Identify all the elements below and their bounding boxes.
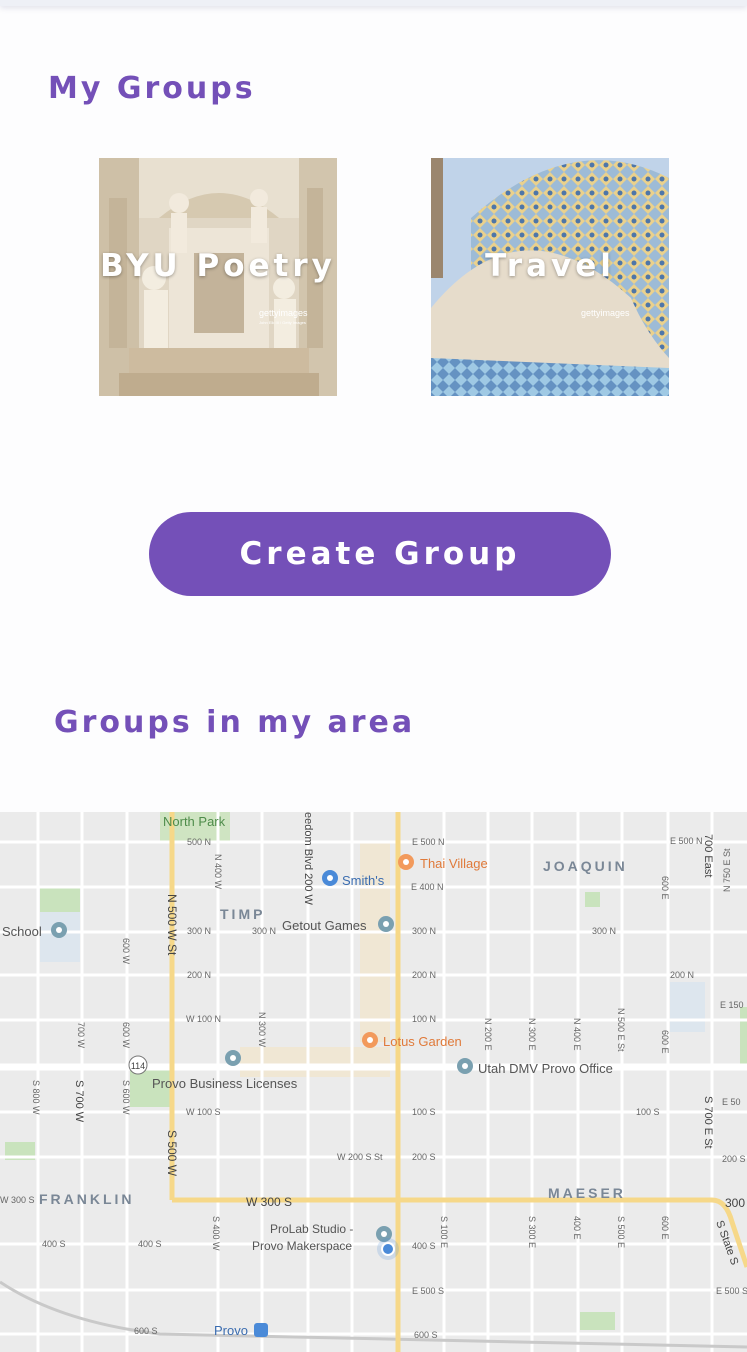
street-e50: E 50 xyxy=(722,1097,741,1107)
street-200n-b: 200 N xyxy=(412,970,436,980)
map-label-smiths: Smith's xyxy=(342,873,385,888)
map-label-prolab-2: Provo Makerspace xyxy=(252,1239,352,1253)
street-n400w: N 400 W xyxy=(213,854,223,890)
street-100s-b: 100 S xyxy=(636,1107,660,1117)
street-s600w: S 600 W xyxy=(121,1080,131,1115)
group-tile-byu-poetry[interactable]: gettyimages John Elk III / Getty Images … xyxy=(99,158,337,396)
group-label-travel: Travel xyxy=(485,248,615,284)
street-s800w: S 800 W xyxy=(31,1080,41,1115)
transit-icon xyxy=(254,1323,268,1337)
school-pin-icon xyxy=(51,922,67,938)
utah-dmv-pin-icon xyxy=(457,1058,473,1074)
street-e500n-b: E 500 N xyxy=(670,836,703,846)
street-s100e: S 100 E xyxy=(439,1216,449,1248)
street-w100n: W 100 N xyxy=(186,1014,221,1024)
street-600w-b: 600 W xyxy=(121,1022,131,1049)
street-e500s-b: E 500 S xyxy=(716,1286,747,1296)
street-600w: 600 W xyxy=(121,938,131,965)
street-400s-b: 400 S xyxy=(138,1239,162,1249)
street-n600e: 600 E xyxy=(660,1030,670,1054)
route-114-label: 114 xyxy=(131,1061,145,1071)
area-map[interactable]: 114 North Park Thai Village Smith's JOAQ… xyxy=(0,812,747,1352)
map-label-lotus-garden: Lotus Garden xyxy=(383,1034,462,1049)
map-label-maeser: MAESER xyxy=(548,1185,626,1201)
street-s700w: S 700 W xyxy=(73,1080,85,1123)
street-600s-a: 600 S xyxy=(134,1326,158,1336)
street-e500s-a: E 500 S xyxy=(412,1286,444,1296)
map-label-utah-dmv: Utah DMV Provo Office xyxy=(478,1061,613,1076)
street-100n: 100 N xyxy=(412,1014,436,1024)
current-location-icon xyxy=(377,1238,399,1260)
map-label-thai-village: Thai Village xyxy=(420,856,488,871)
provo-business-pin-icon xyxy=(225,1050,241,1066)
map-label-prolab-1: ProLab Studio - xyxy=(270,1222,353,1236)
street-n200e: N 200 E xyxy=(483,1018,493,1051)
street-e400n: E 400 N xyxy=(411,882,444,892)
street-700-east: 700 East xyxy=(702,834,714,877)
map-label-franklin: FRANKLIN xyxy=(39,1191,135,1207)
street-n300w: N 300 W xyxy=(257,1012,267,1048)
street-e500n-a: E 500 N xyxy=(412,837,445,847)
street-s300e: S 300 E xyxy=(527,1216,537,1248)
street-300n-b: 300 N xyxy=(252,926,276,936)
map-label-getout-games: Getout Games xyxy=(282,918,367,933)
travel-watermark: gettyimages xyxy=(581,308,630,318)
street-700w: 700 W xyxy=(76,1022,86,1049)
street-300n-c: 300 N xyxy=(412,926,436,936)
street-s500e: S 500 E xyxy=(616,1216,626,1248)
group-label-byu-poetry: BYU Poetry xyxy=(100,248,336,284)
street-300n-a: 300 N xyxy=(187,926,211,936)
street-300-right: 300 xyxy=(725,1196,745,1210)
street-s500w: S 500 W xyxy=(165,1130,179,1177)
thai-village-pin-icon xyxy=(398,854,414,870)
street-400s-a: 400 S xyxy=(42,1239,66,1249)
smiths-pin-icon xyxy=(322,870,338,886)
map-canvas[interactable]: 114 North Park Thai Village Smith's JOAQ… xyxy=(0,812,747,1352)
street-200n-c: 200 N xyxy=(670,970,694,980)
street-200s-b: 200 S xyxy=(722,1154,746,1164)
street-400s-c: 400 S xyxy=(412,1241,436,1251)
street-500n: 500 N xyxy=(187,837,211,847)
map-label-provo-business-licenses: Provo Business Licenses xyxy=(152,1076,298,1091)
street-n300e: N 300 E xyxy=(527,1018,537,1051)
map-label-joaquin: JOAQUIN xyxy=(543,858,628,874)
street-n500e: N 500 E St xyxy=(616,1008,626,1052)
street-w100s: W 100 S xyxy=(186,1107,221,1117)
create-group-button[interactable]: Create Group xyxy=(149,512,611,596)
street-100s-a: 100 S xyxy=(412,1107,436,1117)
street-200n-a: 200 N xyxy=(187,970,211,980)
street-s700e: S 700 E St xyxy=(702,1096,714,1149)
group-tile-travel[interactable]: gettyimages Travel xyxy=(431,158,669,396)
map-label-school: School xyxy=(2,924,42,939)
street-600s-b: 600 S xyxy=(414,1330,438,1340)
groups-in-area-title: Groups in my area xyxy=(54,705,416,740)
street-s400w: S 400 W xyxy=(211,1216,221,1251)
street-s400e: 400 E xyxy=(572,1216,582,1240)
map-label-provo: Provo xyxy=(214,1323,248,1338)
street-freedom-blvd: eedom Blvd 200 W xyxy=(302,812,314,906)
byu-poetry-watermark: gettyimages xyxy=(259,308,308,318)
street-n750e: N 750 E St xyxy=(722,848,732,892)
street-300n-d: 300 N xyxy=(592,926,616,936)
street-200s-a: 200 S xyxy=(412,1152,436,1162)
map-label-timp: TIMP xyxy=(220,906,265,922)
street-e150: E 150 xyxy=(720,1000,744,1010)
street-n400e: N 400 E xyxy=(572,1018,582,1051)
top-bar xyxy=(0,0,747,6)
street-n500w: N 500 W St xyxy=(165,894,179,956)
getout-games-pin-icon xyxy=(378,916,394,932)
lotus-garden-pin-icon xyxy=(362,1032,378,1048)
my-groups-title: My Groups xyxy=(48,71,256,106)
street-w300s: W 300 S xyxy=(246,1195,292,1209)
map-label-north-park: North Park xyxy=(163,814,226,829)
street-600e-a: 600 E xyxy=(660,876,670,900)
street-s600e: 600 E xyxy=(660,1216,670,1240)
byu-poetry-credit: John Elk III / Getty Images xyxy=(259,320,306,325)
street-w300s-left: W 300 S xyxy=(0,1195,35,1205)
street-w200s: W 200 S St xyxy=(337,1152,383,1162)
